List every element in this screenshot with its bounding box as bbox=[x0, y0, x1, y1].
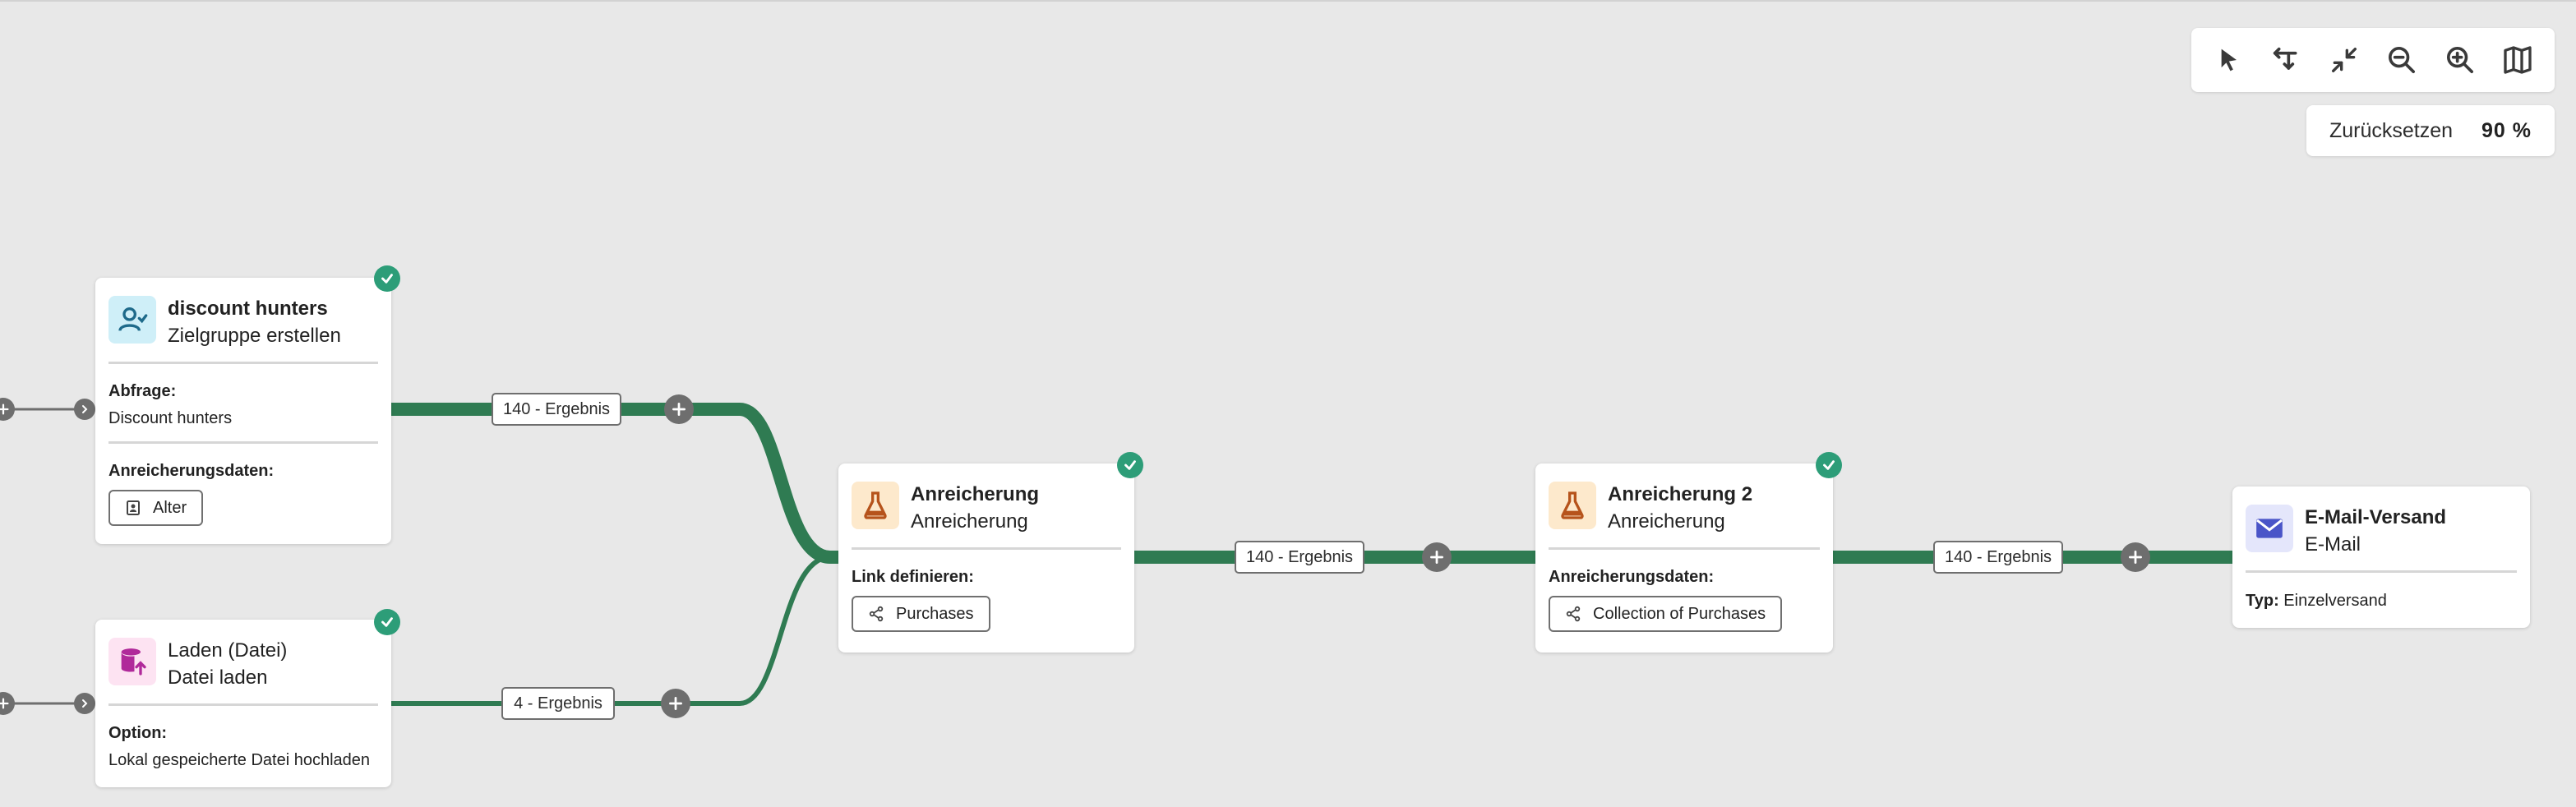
success-check-icon bbox=[1117, 452, 1143, 478]
flask-icon bbox=[852, 482, 899, 529]
audience-icon bbox=[108, 296, 156, 344]
add-activity-button[interactable] bbox=[2121, 542, 2150, 572]
divider bbox=[1549, 547, 1820, 550]
add-activity-button[interactable] bbox=[1422, 542, 1452, 572]
share-icon bbox=[869, 606, 884, 622]
zoom-level: 90 % bbox=[2481, 118, 2532, 142]
link-chip-purchases[interactable]: Purchases bbox=[852, 596, 990, 632]
link-discount-to-enrich[interactable] bbox=[383, 403, 847, 564]
success-check-icon bbox=[1816, 452, 1842, 478]
type-value: Einzelversand bbox=[2283, 592, 2387, 610]
canvas-toolbar bbox=[2191, 28, 2555, 92]
transition-count-label[interactable]: 140 - Ergebnis bbox=[1235, 541, 1364, 574]
activity-title: Anreicherung 2 bbox=[1608, 483, 1753, 505]
query-label: Abfrage: bbox=[108, 382, 177, 400]
delivery-type: Typ: Einzelversand bbox=[2246, 589, 2517, 612]
activity-type: Zielgruppe erstellen bbox=[168, 325, 341, 347]
attribute-chip-alter[interactable]: Alter bbox=[108, 490, 204, 526]
activity-enrichment-1[interactable]: Anreicherung Anreicherung Link definiere… bbox=[838, 463, 1134, 653]
input-port-icon bbox=[74, 399, 95, 420]
activity-type: Anreicherung bbox=[911, 510, 1028, 533]
collapse-icon[interactable] bbox=[2325, 41, 2363, 79]
chip-label: Purchases bbox=[896, 604, 974, 623]
success-check-icon bbox=[374, 265, 400, 292]
divider bbox=[2246, 570, 2517, 573]
activity-title: E-Mail-Versand bbox=[2305, 506, 2447, 528]
transition-count-label[interactable]: 140 - Ergebnis bbox=[1933, 541, 2063, 574]
transition-count-label[interactable]: 140 - Ergebnis bbox=[492, 393, 621, 426]
chip-label: Alter bbox=[153, 498, 187, 517]
rearrange-icon[interactable] bbox=[2267, 41, 2305, 79]
reset-button[interactable]: Zurücksetzen bbox=[2329, 119, 2481, 143]
flask-icon bbox=[1549, 482, 1596, 529]
pointer-icon[interactable] bbox=[2209, 41, 2247, 79]
input-port-icon bbox=[74, 693, 95, 714]
share-icon bbox=[1566, 606, 1581, 622]
success-check-icon bbox=[374, 609, 400, 635]
add-activity-button[interactable] bbox=[664, 394, 694, 424]
activity-title: Laden (Datei) bbox=[168, 639, 288, 662]
attribute-icon bbox=[127, 500, 140, 515]
database-upload-icon bbox=[108, 638, 156, 685]
query-value: Discount hunters bbox=[108, 409, 233, 427]
chip-label: Collection of Purchases bbox=[1593, 604, 1766, 623]
divider bbox=[108, 703, 378, 706]
option-value: Lokal gespeicherte Datei hochladen bbox=[108, 751, 370, 769]
link-file-to-enrich[interactable] bbox=[387, 555, 843, 706]
activity-type: Anreicherung bbox=[1608, 510, 1725, 533]
activity-title: discount hunters bbox=[168, 297, 328, 320]
envelope-icon bbox=[2246, 505, 2293, 552]
zoom-out-icon[interactable] bbox=[2383, 41, 2421, 79]
divider bbox=[108, 441, 378, 444]
divider bbox=[852, 547, 1121, 550]
enrichment-label: Anreicherungsdaten: bbox=[1549, 568, 1715, 586]
activity-type: E-Mail bbox=[2305, 533, 2361, 556]
activity-type: Datei laden bbox=[168, 666, 268, 689]
link-label: Link definieren: bbox=[852, 568, 974, 586]
zoom-in-icon[interactable] bbox=[2441, 41, 2479, 79]
activity-load-file[interactable]: Laden (Datei) Datei laden Option: Lokal … bbox=[95, 620, 391, 787]
activity-enrichment-2[interactable]: Anreicherung 2 Anreicherung Anreicherung… bbox=[1535, 463, 1833, 653]
activity-email-delivery[interactable]: E-Mail-Versand E-Mail Typ: Einzelversand bbox=[2232, 487, 2530, 628]
link-chip-collection-of-purchases[interactable]: Collection of Purchases bbox=[1549, 596, 1783, 632]
option-label: Option: bbox=[108, 724, 168, 742]
zoom-control: Zurücksetzen 90 % bbox=[2306, 105, 2555, 156]
activity-build-audience[interactable]: discount hunters Zielgruppe erstellen Ab… bbox=[95, 278, 391, 544]
type-label: Typ: bbox=[2246, 592, 2279, 610]
map-icon[interactable] bbox=[2499, 41, 2537, 79]
activity-title: Anreicherung bbox=[911, 483, 1040, 505]
divider bbox=[108, 362, 378, 364]
add-activity-button[interactable] bbox=[661, 689, 690, 718]
enrichment-label: Anreicherungsdaten: bbox=[108, 462, 275, 480]
transition-count-label[interactable]: 4 - Ergebnis bbox=[501, 687, 615, 720]
